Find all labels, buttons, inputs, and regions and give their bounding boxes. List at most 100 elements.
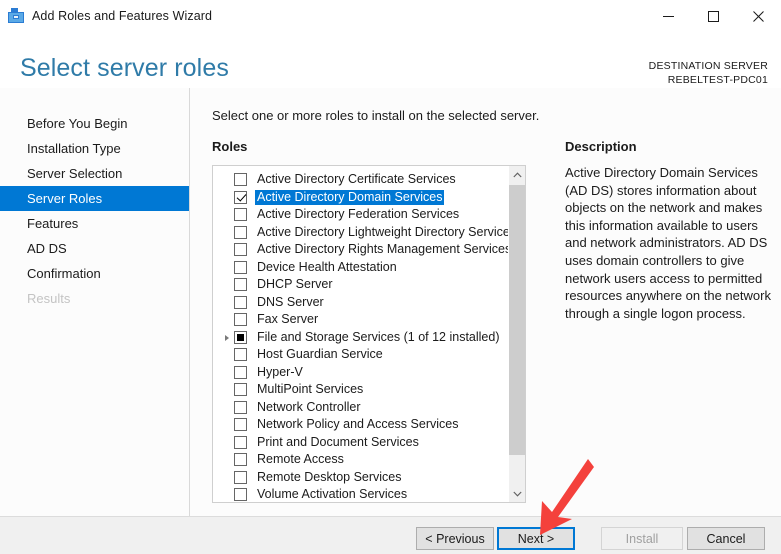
role-checkbox[interactable] — [234, 488, 247, 502]
expander-spacer — [223, 451, 234, 468]
cancel-button[interactable]: Cancel — [687, 527, 765, 550]
role-label: Active Directory Certificate Services — [257, 172, 456, 187]
role-checkbox[interactable] — [234, 365, 247, 379]
role-label: DNS Server — [257, 294, 324, 309]
role-row[interactable]: MultiPoint Services — [213, 381, 508, 399]
role-checkbox[interactable] — [234, 225, 247, 239]
sidebar-item-server-selection[interactable]: Server Selection — [0, 161, 189, 186]
role-checkbox[interactable] — [234, 470, 247, 484]
instruction-text: Select one or more roles to install on t… — [212, 108, 540, 123]
close-icon — [753, 10, 764, 22]
role-label: Print and Document Services — [257, 434, 419, 449]
page-title: Select server roles — [20, 54, 229, 82]
role-row[interactable]: Active Directory Lightweight Directory S… — [213, 224, 508, 242]
role-row[interactable]: Network Policy and Access Services — [213, 416, 508, 434]
role-row[interactable]: DNS Server — [213, 294, 508, 312]
main-pane: Select one or more roles to install on t… — [190, 88, 781, 516]
role-row[interactable]: Fax Server — [213, 311, 508, 329]
sidebar-item-results: Results — [0, 286, 189, 311]
description-section-label: Description — [565, 139, 637, 154]
expander-spacer — [223, 311, 234, 328]
role-checkbox[interactable] — [234, 383, 247, 397]
role-label: Active Directory Rights Management Servi… — [257, 242, 508, 257]
minimize-button[interactable] — [646, 0, 691, 32]
chevron-up-icon — [512, 171, 522, 177]
role-checkbox[interactable] — [234, 348, 247, 362]
expander-spacer — [223, 294, 234, 311]
expander-spacer — [223, 434, 234, 451]
expander-spacer — [223, 416, 234, 433]
role-row[interactable]: DHCP Server — [213, 276, 508, 294]
roles-listbox[interactable]: Active Directory Certificate Services Act… — [212, 165, 526, 503]
role-row[interactable]: Host Guardian Service — [213, 346, 508, 364]
previous-button[interactable]: < Previous — [416, 527, 494, 550]
expander-spacer — [223, 381, 234, 398]
sidebar-item-label: AD DS — [27, 241, 67, 256]
role-label: Fax Server — [257, 312, 319, 327]
role-label: DHCP Server — [257, 277, 333, 292]
role-row[interactable]: Active Directory Federation Services — [213, 206, 508, 224]
role-row[interactable]: Hyper-V — [213, 364, 508, 382]
expander-spacer — [223, 346, 234, 363]
role-row[interactable]: Active Directory Domain Services — [213, 189, 508, 207]
role-checkbox[interactable] — [234, 435, 247, 449]
description-text: Active Directory Domain Services (AD DS)… — [565, 165, 771, 321]
role-label: Remote Desktop Services — [257, 469, 402, 484]
expander-spacer — [223, 224, 234, 241]
role-row[interactable]: Remote Access — [213, 451, 508, 469]
wizard-steps-sidebar: Before You Begin Installation Type Serve… — [0, 88, 190, 516]
sidebar-item-before-you-begin[interactable]: Before You Begin — [0, 111, 189, 136]
role-label: Hyper-V — [257, 364, 303, 379]
role-checkbox[interactable] — [234, 418, 247, 432]
expander-spacer — [223, 469, 234, 486]
role-row[interactable]: Network Controller — [213, 399, 508, 417]
role-row[interactable]: Active Directory Certificate Services — [213, 171, 508, 189]
role-checkbox[interactable] — [234, 313, 247, 327]
role-checkbox[interactable] — [234, 208, 247, 222]
sidebar-item-confirmation[interactable]: Confirmation — [0, 261, 189, 286]
role-row[interactable]: Active Directory Rights Management Servi… — [213, 241, 508, 259]
role-checkbox[interactable] — [234, 453, 247, 467]
sidebar-item-label: Confirmation — [27, 266, 101, 281]
expander-spacer — [223, 206, 234, 223]
role-checkbox[interactable] — [234, 330, 247, 344]
scrollbar-down-button[interactable] — [509, 485, 525, 502]
roles-list[interactable]: Active Directory Certificate Services Act… — [213, 166, 508, 502]
role-row[interactable]: File and Storage Services (1 of 12 insta… — [213, 329, 508, 347]
sidebar-item-ad-ds[interactable]: AD DS — [0, 236, 189, 261]
role-row[interactable]: Volume Activation Services — [213, 486, 508, 502]
role-row[interactable]: Device Health Attestation — [213, 259, 508, 277]
expander-spacer — [223, 399, 234, 416]
role-checkbox[interactable] — [234, 190, 247, 204]
roles-scrollbar[interactable] — [508, 166, 525, 502]
expander-spacer — [223, 276, 234, 293]
close-button[interactable] — [736, 0, 781, 32]
role-checkbox[interactable] — [234, 260, 247, 274]
scrollbar-thumb[interactable] — [509, 185, 525, 455]
role-row[interactable]: Remote Desktop Services — [213, 469, 508, 487]
install-button: Install — [601, 527, 683, 550]
next-button[interactable]: Next > — [497, 527, 575, 550]
maximize-button[interactable] — [691, 0, 736, 32]
role-checkbox[interactable] — [234, 173, 247, 187]
role-checkbox[interactable] — [234, 400, 247, 414]
expander-spacer — [223, 364, 234, 381]
role-label: Host Guardian Service — [257, 347, 383, 362]
sidebar-item-label: Server Roles — [27, 191, 103, 206]
role-checkbox[interactable] — [234, 243, 247, 257]
maximize-icon — [708, 10, 719, 22]
role-row[interactable]: Print and Document Services — [213, 434, 508, 452]
scrollbar-up-button[interactable] — [509, 166, 525, 183]
expand-triangle-icon[interactable] — [223, 329, 234, 346]
role-label: Device Health Attestation — [257, 259, 397, 274]
toolbox-icon — [8, 8, 24, 24]
role-label: Network Controller — [257, 399, 361, 414]
sidebar-item-installation-type[interactable]: Installation Type — [0, 136, 189, 161]
role-label: Active Directory Domain Services — [255, 189, 445, 205]
page-header: Select server roles DESTINATION SERVER R… — [0, 32, 781, 88]
footer-bar: < Previous Next > Install Cancel — [0, 516, 781, 554]
role-checkbox[interactable] — [234, 278, 247, 292]
role-checkbox[interactable] — [234, 295, 247, 309]
sidebar-item-server-roles[interactable]: Server Roles — [0, 186, 189, 211]
sidebar-item-features[interactable]: Features — [0, 211, 189, 236]
